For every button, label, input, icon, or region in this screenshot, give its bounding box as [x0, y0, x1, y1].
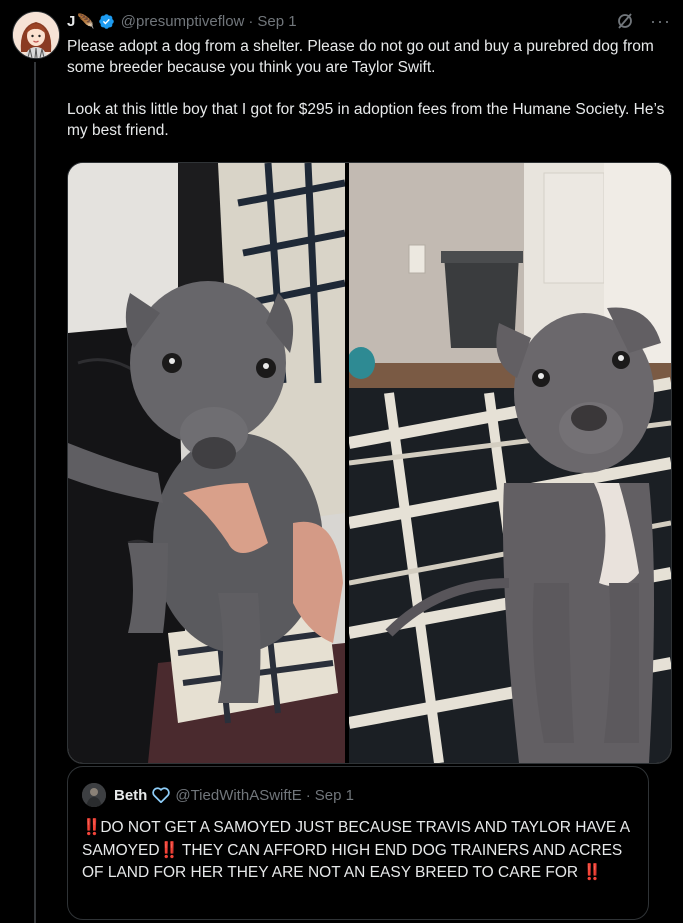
separator-dot: ·	[305, 786, 311, 804]
quote-author-avatar	[82, 783, 106, 807]
puppy-on-blanket-photo[interactable]	[349, 163, 671, 763]
author-name[interactable]: J	[67, 13, 75, 30]
quoted-tweet[interactable]: Beth @TiedWithASwiftE · Sep 1 ‼️DO NOT G…	[67, 766, 649, 920]
tweet-paragraph: Please adopt a dog from a shelter. Pleas…	[67, 38, 654, 76]
verified-badge-icon	[99, 13, 114, 29]
tweet-paragraph: Look at this little boy that I got for $…	[67, 101, 665, 139]
tweet-header: J 🪶 @presumptiveflow · Sep 1 ···	[67, 10, 671, 32]
author-handle[interactable]: @presumptiveflow	[121, 13, 245, 30]
grok-icon[interactable]	[616, 12, 634, 30]
tweet-date[interactable]: Sep 1	[257, 13, 296, 30]
quote-text: ‼️DO NOT GET A SAMOYED JUST BECAUSE TRAV…	[82, 817, 632, 885]
quote-author-handle: @TiedWithASwiftE	[175, 786, 302, 804]
tweet-text: Please adopt a dog from a shelter. Pleas…	[67, 36, 667, 141]
author-avatar[interactable]	[12, 11, 60, 59]
blue-heart-icon	[152, 787, 171, 803]
double-exclamation-icon: ‼️	[159, 841, 179, 859]
media-grid	[67, 162, 672, 764]
quote-header: Beth @TiedWithASwiftE · Sep 1	[82, 783, 354, 807]
quote-author-name: Beth	[114, 786, 148, 804]
feather-emoji: 🪶	[77, 12, 95, 29]
more-options-icon[interactable]: ···	[650, 12, 671, 30]
double-exclamation-icon: ‼️	[582, 864, 601, 881]
double-exclamation-icon: ‼️	[82, 819, 101, 836]
avatar-illustration-icon	[13, 12, 59, 58]
quote-date: Sep 1	[314, 786, 354, 804]
thread-line	[34, 62, 36, 923]
separator-dot: ·	[248, 12, 254, 30]
puppy-on-lap-photo[interactable]	[68, 163, 345, 763]
